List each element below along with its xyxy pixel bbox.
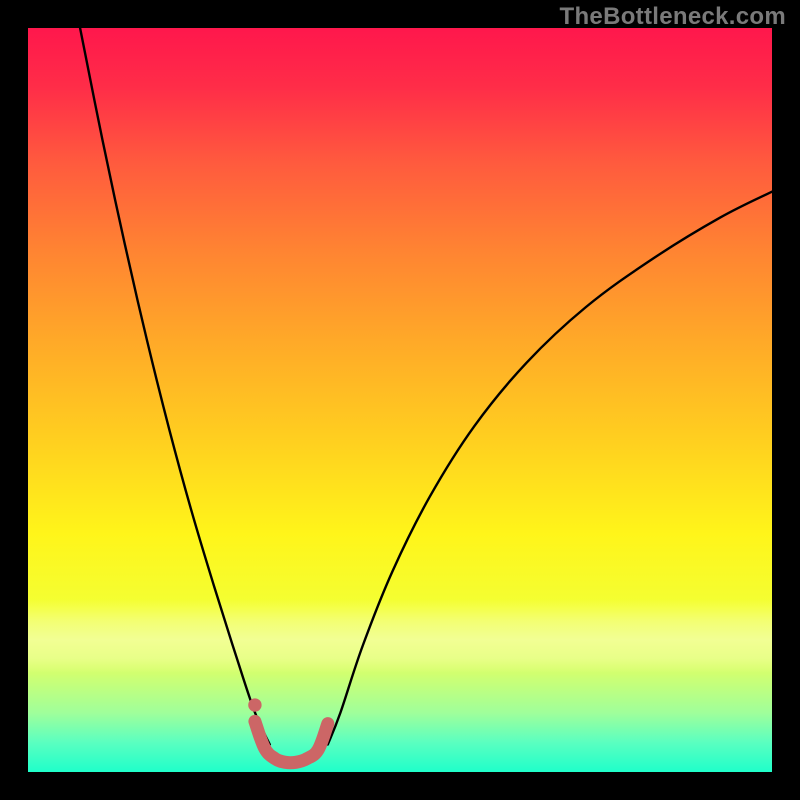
chart-plot-area [28,28,772,772]
watermark-text: TheBottleneck.com [560,3,786,31]
chart-curves-svg [28,28,772,772]
curve-right-arm [328,192,772,745]
curve-trough-highlight [255,721,328,762]
curve-left-arm [80,28,270,744]
trough-dot-lower [253,726,265,738]
trough-dot-upper [248,698,261,711]
